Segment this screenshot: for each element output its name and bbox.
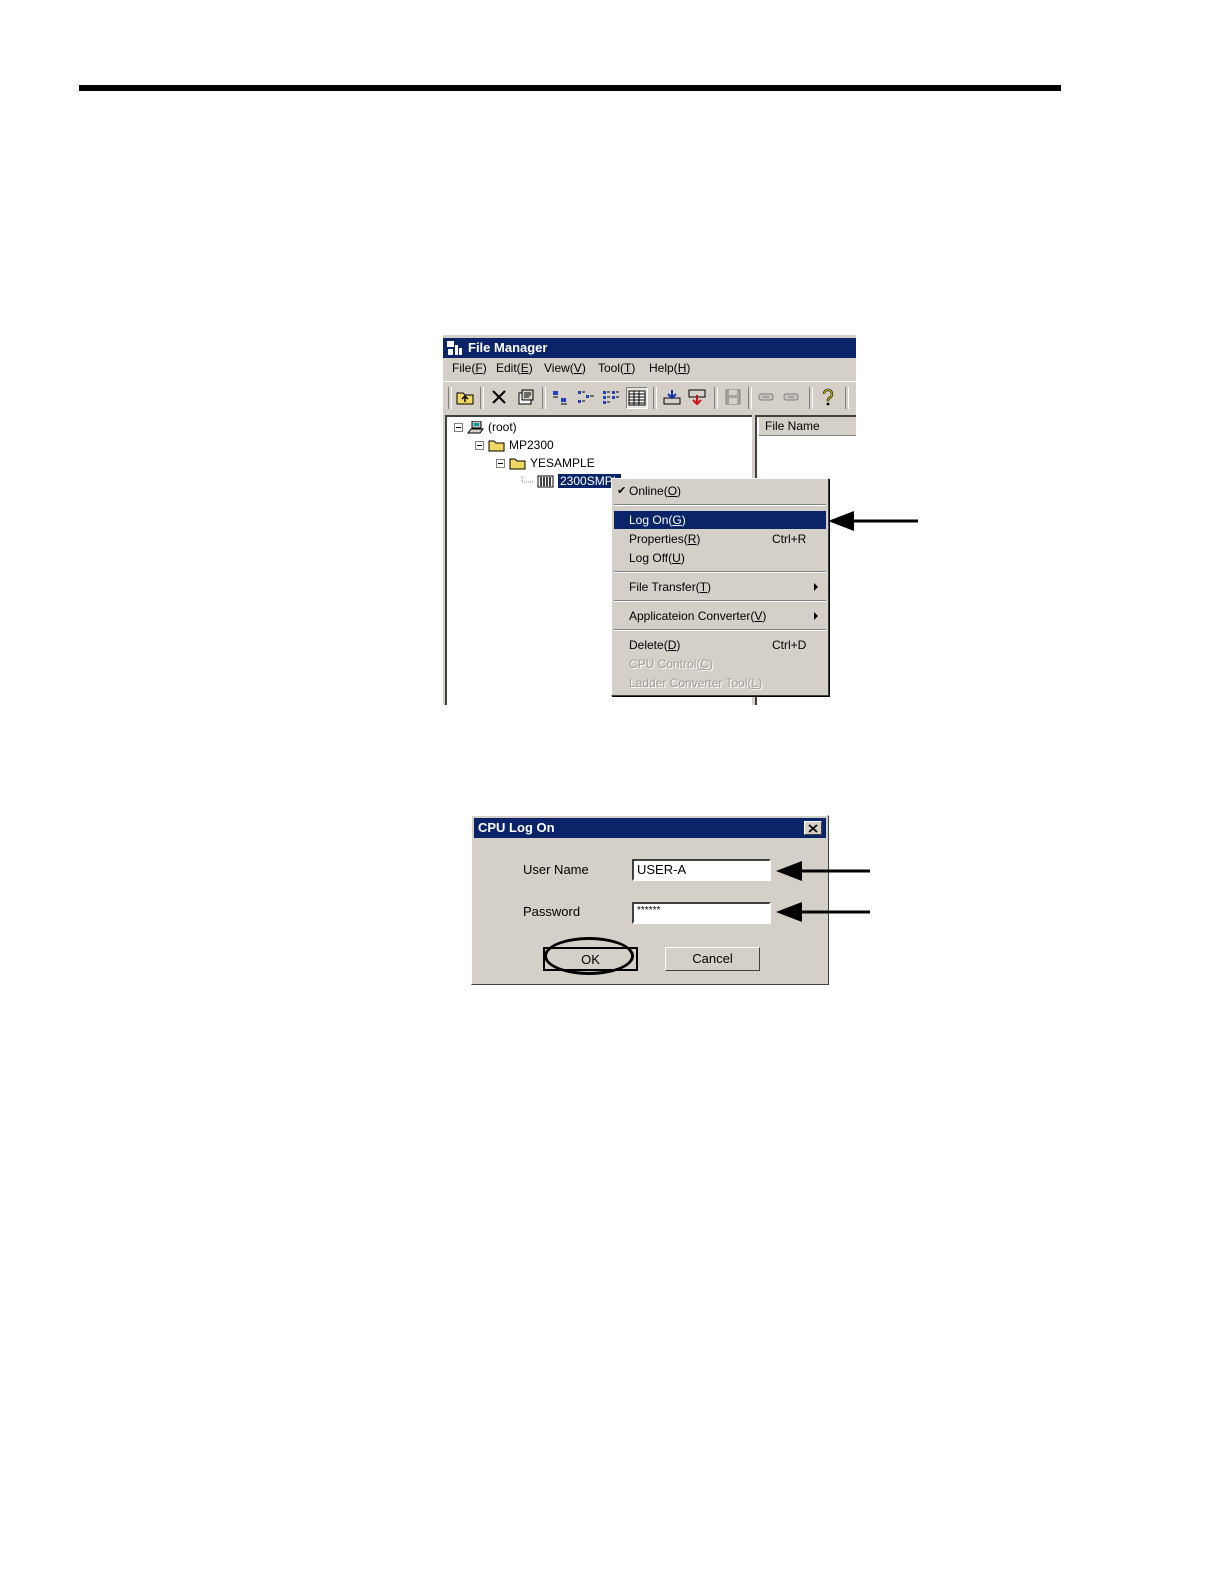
menu-item-log-off[interactable]: Log Off(U) <box>614 549 826 567</box>
toolbar-separator <box>809 387 813 409</box>
column-header-file-name[interactable]: File Name <box>759 417 856 436</box>
tree-item-2300smpl[interactable]: 2300SMPL <box>521 473 623 489</box>
user-name-field[interactable]: USER-A <box>632 859 771 881</box>
menu-tool[interactable]: Tool(T) <box>598 361 635 375</box>
dialog-titlebar[interactable]: CPU Log On <box>474 818 826 838</box>
callout-arrow-log-on <box>828 511 918 531</box>
collapse-icon[interactable] <box>496 458 505 468</box>
toolbar-separator <box>653 387 657 409</box>
submenu-arrow-icon <box>814 612 818 620</box>
submenu-arrow-icon <box>814 583 818 591</box>
tree-label-root: (root) <box>488 420 517 434</box>
toolbar <box>443 381 856 414</box>
small-icons-button[interactable] <box>576 387 596 407</box>
up-folder-icon <box>456 392 474 405</box>
callout-arrow-password <box>776 902 870 922</box>
context-menu: ✔ Online(O) Log On(G) Properties(R) Ctrl… <box>611 478 829 696</box>
toolbar-separator <box>542 387 546 409</box>
menu-item-application-converter[interactable]: Applicateion Converter(V) <box>614 607 826 625</box>
list-view-button[interactable] <box>601 387 621 407</box>
menu-item-ladder-converter-tool: Ladder Converter Tool(L) <box>629 676 763 690</box>
help-button[interactable] <box>818 387 838 407</box>
toolbar-grip <box>448 387 452 409</box>
menu-edit[interactable]: Edit(E) <box>496 361 533 375</box>
delete-x-icon <box>492 390 506 404</box>
large-icons-view-icon <box>553 391 567 405</box>
menu-separator <box>614 600 826 602</box>
disconnect-plug-icon <box>783 393 799 401</box>
upload-icon <box>688 389 706 405</box>
tree-connector-line <box>521 476 534 483</box>
cancel-button[interactable]: Cancel <box>665 947 760 971</box>
download-icon <box>663 390 681 405</box>
menu-item-online[interactable]: ✔ Online(O) <box>614 482 826 500</box>
upload-button[interactable] <box>687 387 707 407</box>
shortcut-ctrl-r: Ctrl+R <box>772 532 807 546</box>
ok-highlight-ellipse <box>544 937 634 975</box>
toolbar-separator <box>480 387 484 409</box>
menu-separator <box>614 629 826 631</box>
user-name-label: User Name <box>523 862 589 877</box>
file-manager-app-icon <box>447 341 462 355</box>
menu-separator <box>614 504 826 506</box>
file-manager-title: File Manager <box>468 340 548 355</box>
close-icon <box>808 823 818 833</box>
tree-item-mp2300[interactable]: MP2300 <box>475 437 554 453</box>
folder-icon <box>509 458 526 469</box>
download-button[interactable] <box>662 387 682 407</box>
menu-help[interactable]: Help(H) <box>649 361 690 375</box>
save-disk-icon <box>725 389 741 405</box>
save-button[interactable] <box>723 387 743 407</box>
dialog-title: CPU Log On <box>478 820 555 835</box>
tree-label-mp2300: MP2300 <box>509 438 554 452</box>
toolbar-separator <box>845 387 849 409</box>
menu-view[interactable]: View(V) <box>544 361 586 375</box>
details-view-icon <box>628 390 646 406</box>
menu-bar: File(F) Edit(E) View(V) Tool(T) Help(H) <box>443 359 856 379</box>
menu-separator <box>614 571 826 573</box>
controller-cpu-icon <box>537 475 554 487</box>
menu-item-delete[interactable]: Delete(D) Ctrl+D <box>614 636 826 654</box>
password-label: Password <box>523 904 581 919</box>
menu-item-file-transfer[interactable]: File Transfer(T) <box>614 578 826 596</box>
small-icons-view-icon <box>578 391 594 403</box>
checkmark-icon: ✔ <box>617 485 627 497</box>
page-header-rule <box>79 85 1061 91</box>
menu-item-properties[interactable]: Properties(R) Ctrl+R <box>614 530 826 548</box>
toolbar-separator <box>748 387 752 409</box>
menu-item-log-on[interactable]: Log On(G) <box>614 511 826 529</box>
help-question-icon <box>822 388 834 406</box>
root-computer-icon <box>467 420 484 433</box>
list-view-icon <box>603 391 619 404</box>
tree-label-yesample: YESAMPLE <box>530 456 595 470</box>
shortcut-ctrl-d: Ctrl+D <box>772 638 807 652</box>
large-icons-button[interactable] <box>551 387 571 407</box>
details-view-button[interactable] <box>626 387 648 409</box>
properties-button[interactable] <box>516 387 536 407</box>
properties-icon <box>518 389 534 405</box>
connect-plug-icon <box>758 393 774 401</box>
tree-item-root[interactable]: (root) <box>454 419 517 435</box>
disconnect-button[interactable] <box>781 387 801 407</box>
file-manager-titlebar[interactable]: File Manager <box>443 338 856 358</box>
up-folder-button[interactable] <box>455 387 475 407</box>
collapse-icon[interactable] <box>454 422 463 432</box>
password-field[interactable]: ****** <box>632 902 771 924</box>
menu-item-cpu-control: CPU Control(C) <box>629 657 714 671</box>
dialog-close-button[interactable] <box>804 821 822 835</box>
folder-open-icon <box>488 440 505 451</box>
toolbar-separator <box>714 387 718 409</box>
menu-file[interactable]: File(F) <box>452 361 487 375</box>
tree-item-yesample[interactable]: YESAMPLE <box>496 455 595 471</box>
delete-button[interactable] <box>489 387 509 407</box>
callout-arrow-user-name <box>776 861 870 881</box>
collapse-icon[interactable] <box>475 440 484 450</box>
connect-button[interactable] <box>756 387 776 407</box>
